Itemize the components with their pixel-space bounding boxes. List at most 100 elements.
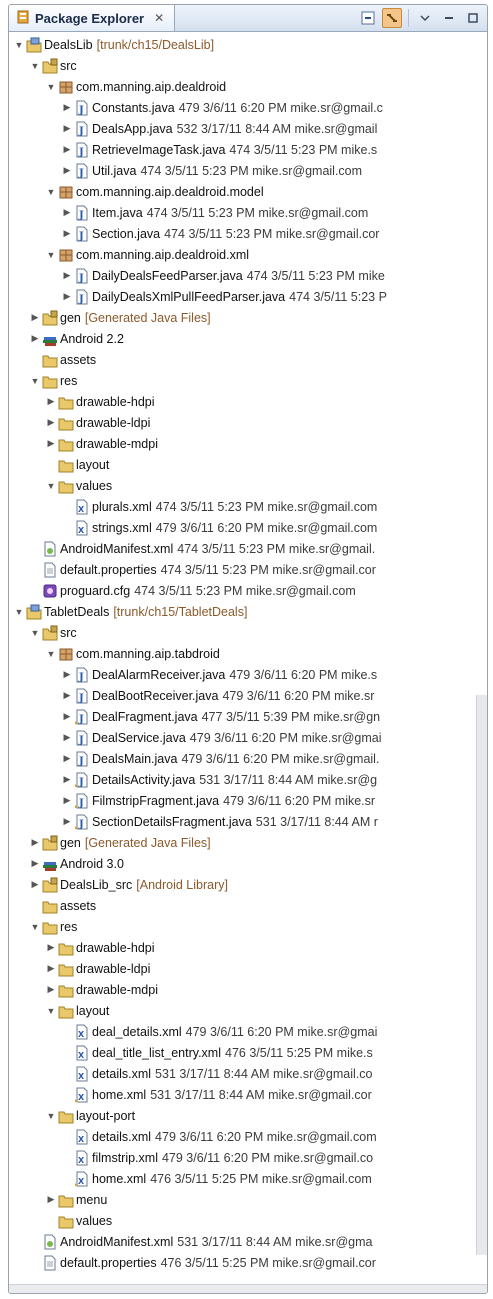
expand-triangle-open-icon[interactable]: ▼ [45, 82, 57, 92]
view-menu-icon[interactable] [415, 8, 435, 28]
expand-triangle-closed-icon[interactable]: ▶ [61, 669, 73, 680]
tree-item[interactable]: ▼ com.manning.aip.dealdroid.xml [9, 244, 487, 265]
tree-item[interactable]: Xdetails.xml 531 3/17/11 8:44 AM mike.sr@… [9, 1063, 487, 1084]
horizontal-scrollbar[interactable] [9, 1284, 487, 1293]
tree-item[interactable]: default.properties 476 3/5/11 5:25 PM mik… [9, 1252, 487, 1273]
tree-item[interactable]: ▶ J DealAlarmReceiver.java 479 3/6/11 6:20 … [9, 664, 487, 685]
tree-item[interactable]: ▶ J DealFragment.java 477 3/5/11 5:39 PM mi… [9, 706, 487, 727]
close-icon[interactable]: ✕ [154, 11, 164, 25]
tree-item[interactable]: proguard.cfg 474 3/5/11 5:23 PM mike.sr@g… [9, 580, 487, 601]
expand-triangle-closed-icon[interactable]: ▶ [45, 417, 57, 428]
expand-triangle-closed-icon[interactable]: ▶ [29, 879, 41, 890]
expand-triangle-closed-icon[interactable]: ▶ [61, 753, 73, 764]
tree-item[interactable]: Xhome.xml 531 3/17/11 8:44 AM mike.sr@gma… [9, 1084, 487, 1105]
tree-item[interactable]: ▼ res [9, 916, 487, 937]
tree-item[interactable]: ▼ layout-port [9, 1105, 487, 1126]
expand-triangle-open-icon[interactable]: ▼ [13, 607, 25, 617]
tree-item[interactable]: ▶ drawable-mdpi [9, 979, 487, 1000]
tree-item[interactable]: ▶ J Section.java 474 3/5/11 5:23 PM mike.sr… [9, 223, 487, 244]
tree-item[interactable]: ▼ src [9, 55, 487, 76]
expand-triangle-closed-icon[interactable]: ▶ [61, 816, 73, 827]
tree-item[interactable]: assets [9, 895, 487, 916]
expand-triangle-closed-icon[interactable]: ▶ [61, 732, 73, 743]
tree-item[interactable]: Xdeal_details.xml 479 3/6/11 6:20 PM mike… [9, 1021, 487, 1042]
expand-triangle-closed-icon[interactable]: ▶ [45, 438, 57, 449]
expand-triangle-closed-icon[interactable]: ▶ [61, 795, 73, 806]
tree-item[interactable]: ▶ J DailyDealsXmlPullFeedParser.java 474 3/… [9, 286, 487, 307]
tree-item[interactable]: ▼ layout [9, 1000, 487, 1021]
tree-item[interactable]: layout [9, 454, 487, 475]
expand-triangle-closed-icon[interactable]: ▶ [61, 711, 73, 722]
tree-item[interactable]: values [9, 1210, 487, 1231]
tree-item[interactable]: assets [9, 349, 487, 370]
tree-item[interactable]: ▼ TabletDeals [trunk/ch15/TabletDeals] [9, 601, 487, 622]
expand-triangle-open-icon[interactable]: ▼ [29, 628, 41, 638]
tree-item[interactable]: ▶ Android 2.2 [9, 328, 487, 349]
expand-triangle-closed-icon[interactable]: ▶ [61, 774, 73, 785]
tree-item[interactable]: ▶ DealsLib_src [Android Library] [9, 874, 487, 895]
tree-item[interactable]: Xplurals.xml 474 3/5/11 5:23 PM mike.sr@g… [9, 496, 487, 517]
tree-item[interactable]: ▶ drawable-hdpi [9, 391, 487, 412]
tree-item[interactable]: Xhome.xml 476 3/5/11 5:25 PM mike.sr@gmai… [9, 1168, 487, 1189]
tree-item[interactable]: ▶ gen [Generated Java Files] [9, 832, 487, 853]
expand-triangle-open-icon[interactable]: ▼ [45, 1111, 57, 1121]
tree-item[interactable]: Xdetails.xml 479 3/6/11 6:20 PM mike.sr@g… [9, 1126, 487, 1147]
minimize-icon[interactable] [439, 8, 459, 28]
tree-item[interactable]: AndroidManifest.xml 531 3/17/11 8:44 AM m… [9, 1231, 487, 1252]
expand-triangle-closed-icon[interactable]: ▶ [45, 963, 57, 974]
expand-triangle-open-icon[interactable]: ▼ [29, 61, 41, 71]
collapse-all-icon[interactable] [358, 8, 378, 28]
expand-triangle-open-icon[interactable]: ▼ [29, 376, 41, 386]
tree-item[interactable]: ▼ com.manning.aip.tabdroid [9, 643, 487, 664]
expand-triangle-closed-icon[interactable]: ▶ [29, 858, 41, 869]
tree-item[interactable]: ▶ J DealsMain.java 479 3/6/11 6:20 PM mike.… [9, 748, 487, 769]
expand-triangle-closed-icon[interactable]: ▶ [29, 333, 41, 344]
tree-item[interactable]: ▶ drawable-ldpi [9, 412, 487, 433]
tree-item[interactable]: ▶ J RetrieveImageTask.java 474 3/5/11 5:23 … [9, 139, 487, 160]
expand-triangle-open-icon[interactable]: ▼ [45, 649, 57, 659]
tree-item[interactable]: default.properties 474 3/5/11 5:23 PM mik… [9, 559, 487, 580]
expand-triangle-closed-icon[interactable]: ▶ [61, 165, 73, 176]
tab-package-explorer[interactable]: Package Explorer ✕ [9, 5, 176, 31]
expand-triangle-open-icon[interactable]: ▼ [45, 187, 57, 197]
tree-item[interactable]: ▶ drawable-hdpi [9, 937, 487, 958]
link-with-editor-icon[interactable] [382, 8, 402, 28]
expand-triangle-closed-icon[interactable]: ▶ [45, 396, 57, 407]
expand-triangle-closed-icon[interactable]: ▶ [45, 1194, 57, 1205]
vertical-scrollbar[interactable] [476, 695, 487, 1255]
expand-triangle-closed-icon[interactable]: ▶ [29, 837, 41, 848]
tree-item[interactable]: Xfilmstrip.xml 479 3/6/11 6:20 PM mike.sr… [9, 1147, 487, 1168]
tree-item[interactable]: ▶ drawable-ldpi [9, 958, 487, 979]
tree-item[interactable]: ▶ J DealService.java 479 3/6/11 6:20 PM mik… [9, 727, 487, 748]
expand-triangle-closed-icon[interactable]: ▶ [61, 207, 73, 218]
expand-triangle-open-icon[interactable]: ▼ [45, 1006, 57, 1016]
expand-triangle-closed-icon[interactable]: ▶ [61, 144, 73, 155]
tree-item[interactable]: Xdeal_title_list_entry.xml 476 3/5/11 5:2… [9, 1042, 487, 1063]
tree-item[interactable]: ▶ J SectionDetailsFragment.java 531 3/17/11… [9, 811, 487, 832]
tree-item[interactable]: AndroidManifest.xml 474 3/5/11 5:23 PM mi… [9, 538, 487, 559]
expand-triangle-closed-icon[interactable]: ▶ [45, 984, 57, 995]
expand-triangle-open-icon[interactable]: ▼ [45, 250, 57, 260]
tree-item[interactable]: ▼ src [9, 622, 487, 643]
tree-item[interactable]: ▶ J Item.java 474 3/5/11 5:23 PM mike.sr@gm… [9, 202, 487, 223]
tree-item[interactable]: ▶ J DetailsActivity.java 531 3/17/11 8:44 A… [9, 769, 487, 790]
maximize-icon[interactable] [463, 8, 483, 28]
tree-item[interactable]: ▶ J Util.java 474 3/5/11 5:23 PM mike.sr@gm… [9, 160, 487, 181]
tree-item[interactable]: ▼ DealsLib [trunk/ch15/DealsLib] [9, 34, 487, 55]
tree-item[interactable]: ▶ J Constants.java 479 3/6/11 6:20 PM mike.… [9, 97, 487, 118]
tree-item[interactable]: ▶ J FilmstripFragment.java 479 3/6/11 6:20 … [9, 790, 487, 811]
tree-item[interactable]: ▶ J DailyDealsFeedParser.java 474 3/5/11 5:… [9, 265, 487, 286]
expand-triangle-open-icon[interactable]: ▼ [29, 922, 41, 932]
expand-triangle-closed-icon[interactable]: ▶ [61, 102, 73, 113]
tree-item[interactable]: ▶ J DealBootReceiver.java 479 3/6/11 6:20 P… [9, 685, 487, 706]
expand-triangle-closed-icon[interactable]: ▶ [45, 942, 57, 953]
tree-item[interactable]: ▶ J DealsApp.java 532 3/17/11 8:44 AM mike.… [9, 118, 487, 139]
expand-triangle-closed-icon[interactable]: ▶ [61, 123, 73, 134]
expand-triangle-open-icon[interactable]: ▼ [13, 40, 25, 50]
expand-triangle-closed-icon[interactable]: ▶ [61, 270, 73, 281]
tree-item[interactable]: ▼ com.manning.aip.dealdroid.model [9, 181, 487, 202]
tree-item[interactable]: ▼ values [9, 475, 487, 496]
tree-item[interactable]: ▶ menu [9, 1189, 487, 1210]
tree-item[interactable]: ▶ drawable-mdpi [9, 433, 487, 454]
expand-triangle-closed-icon[interactable]: ▶ [29, 312, 41, 323]
